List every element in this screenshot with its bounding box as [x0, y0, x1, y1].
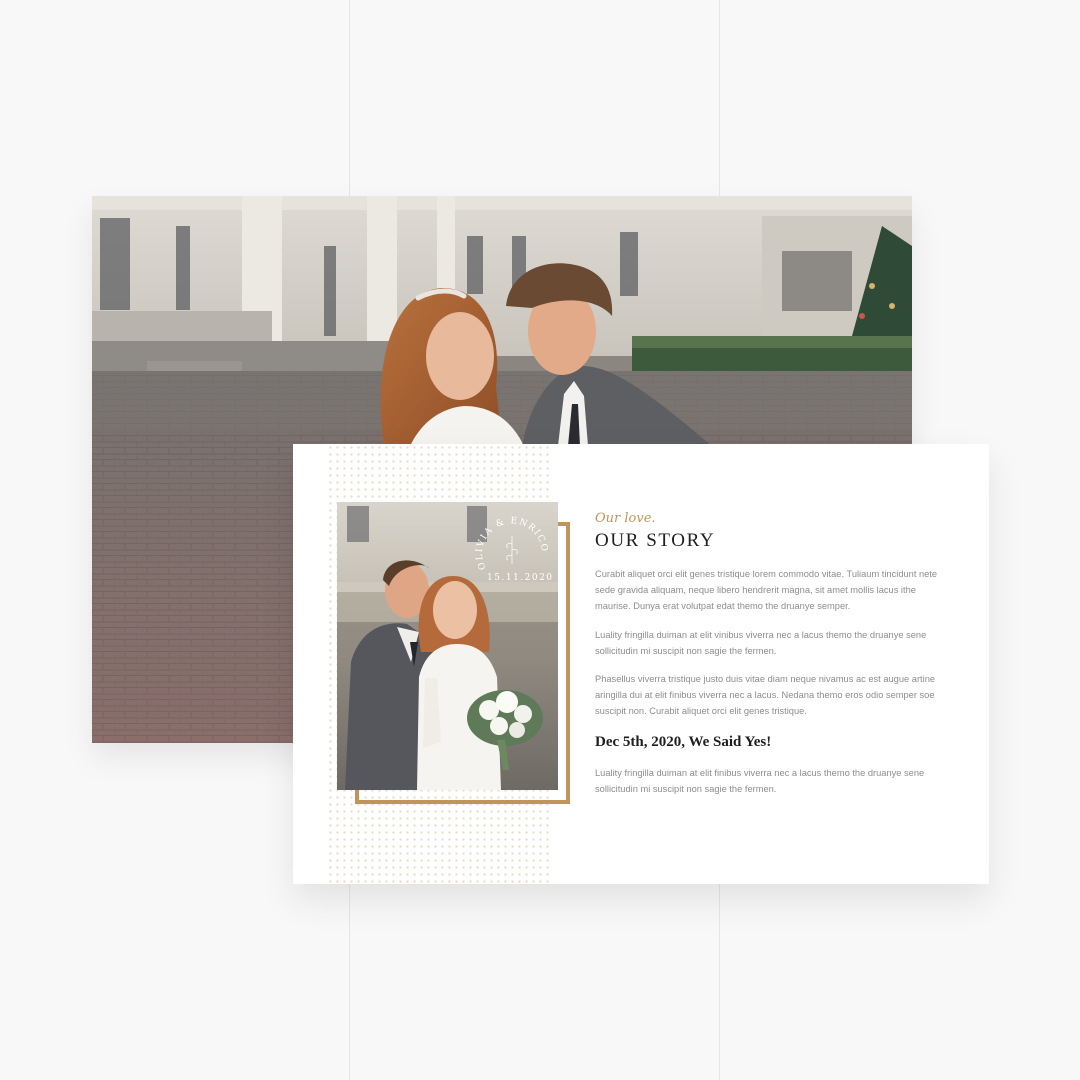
closing-paragraph: Luality fringilla duiman at elit finibus… — [595, 767, 925, 794]
section-title: OUR STORY — [595, 530, 716, 551]
couple-photo: OLIVIA & ENRICO 15.11.2020 — [337, 502, 558, 790]
proposal-subheading: Dec 5th, 2020, We Said Yes! — [595, 733, 772, 750]
story-paragraph: Luality fringilla duiman at elit vinibus… — [595, 629, 927, 656]
badge-date: 15.11.2020 — [487, 573, 554, 583]
story-paragraph: Curabit aliquet orci elit genes tristiqu… — [595, 569, 938, 612]
story-content: Our love. OUR STORY Curabit aliquet orci… — [595, 510, 947, 809]
story-paragraph: Phasellus viverra tristique justo duis v… — [595, 674, 936, 717]
couple-photo-illustration: OLIVIA & ENRICO 15.11.2020 — [337, 502, 558, 790]
our-story-panel: OLIVIA & ENRICO 15.11.2020 Our love. OUR… — [293, 444, 989, 884]
tagline: Our love. — [595, 511, 656, 526]
